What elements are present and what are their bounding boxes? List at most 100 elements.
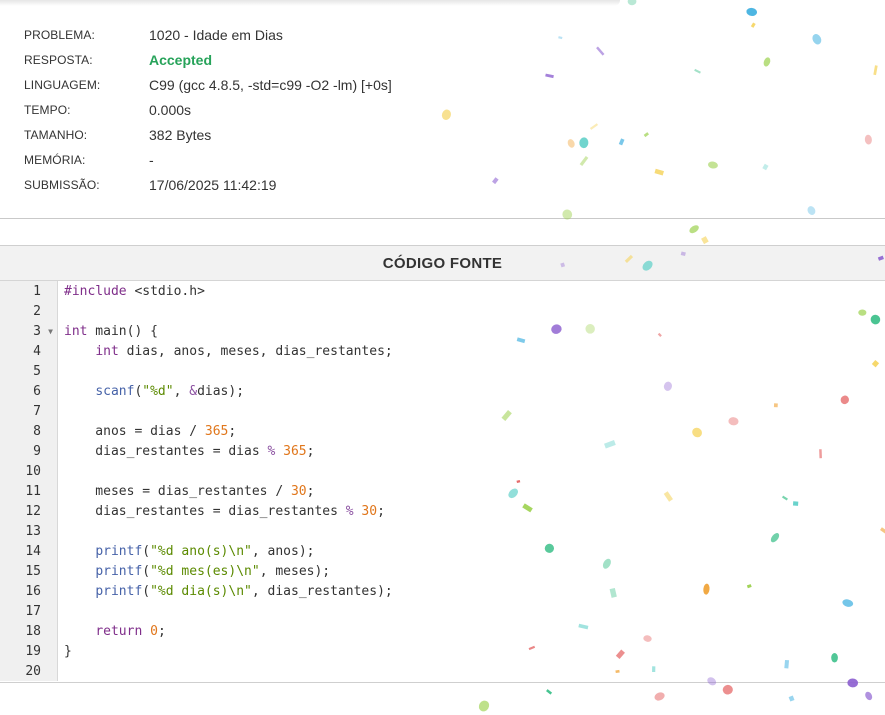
code-line: printf("%d mes(es)\n", meses); xyxy=(95,564,331,579)
confetti-piece xyxy=(707,161,718,169)
line-number: 20 xyxy=(25,664,41,679)
confetti-piece xyxy=(545,73,554,79)
confetti-piece xyxy=(562,209,573,220)
submitted-row: SUBMISSÃO: 17/06/2025 11:42:19 xyxy=(24,172,392,197)
code-lines[interactable]: #include <stdio.h> int main() { int dias,… xyxy=(58,281,393,681)
confetti-piece xyxy=(746,7,758,16)
line-number: 3 ▼ xyxy=(0,322,57,342)
time-label: TEMPO: xyxy=(24,102,71,117)
code-editor[interactable]: 1 2 3 ▼ 4 5 6 7 8 9 10 11 12 13 14 15 16 17 18 19 20 #includ… xyxy=(0,281,885,681)
line-number: 4 xyxy=(33,344,41,359)
line-number: 2 xyxy=(33,304,41,319)
confetti-piece xyxy=(807,206,816,215)
confetti-piece xyxy=(873,65,878,76)
confetti-piece xyxy=(589,123,599,130)
line-number: 17 xyxy=(25,604,41,619)
memory-row: MEMÓRIA: - xyxy=(24,147,392,172)
line-number: 9 xyxy=(33,444,41,459)
code-line: dias_restantes = dias % 365; xyxy=(64,444,315,459)
confetti-piece xyxy=(558,36,563,40)
confetti-piece xyxy=(694,68,701,74)
problem-row: PROBLEMA: 1020 - Idade em Dias xyxy=(24,22,392,47)
size-label: TAMANHO: xyxy=(24,127,88,142)
line-number: 5 xyxy=(33,364,41,379)
confetti-piece xyxy=(627,0,637,6)
response-label: RESPOSTA: xyxy=(24,52,93,67)
line-number: 15 xyxy=(25,564,41,579)
memory-label: MEMÓRIA: xyxy=(24,152,86,167)
problem-label: PROBLEMA: xyxy=(24,27,95,42)
confetti-piece xyxy=(643,132,650,138)
response-value: Accepted xyxy=(149,51,213,68)
confetti-piece xyxy=(596,46,605,56)
size-row: TAMANHO: 382 Bytes xyxy=(24,122,392,147)
code-line: printf("%d ano(s)\n", anos); xyxy=(95,544,315,559)
line-number: 6 xyxy=(33,384,41,399)
confetti-piece xyxy=(579,137,589,149)
code-line: int main() { xyxy=(64,324,158,339)
submission-info: PROBLEMA: 1020 - Idade em Dias RESPOSTA:… xyxy=(24,22,392,197)
code-line: dias_restantes = dias_restantes % 30; xyxy=(64,504,385,519)
line-number: 1 xyxy=(33,284,41,299)
code-line: return 0; xyxy=(95,624,166,639)
line-number: 10 xyxy=(25,464,41,479)
time-value: 0.000s xyxy=(149,101,192,118)
line-number: 16 xyxy=(25,584,41,599)
line-number: 11 xyxy=(25,484,41,499)
code-line: int dias, anos, meses, dias_restantes; xyxy=(95,344,393,359)
confetti-piece xyxy=(812,33,822,45)
line-number-gutter: 1 2 3 ▼ 4 5 6 7 8 9 10 11 12 13 14 15 16 17 18 19 20 xyxy=(0,281,58,681)
response-row: RESPOSTA: Accepted xyxy=(24,47,392,72)
code-line: } xyxy=(64,644,72,659)
confetti-piece xyxy=(546,689,553,695)
code-line: meses = dias_restantes / 30; xyxy=(64,484,315,499)
line-number: 7 xyxy=(33,404,41,419)
confetti-piece xyxy=(763,57,771,67)
confetti-piece xyxy=(762,163,769,171)
fold-arrow-icon[interactable]: ▼ xyxy=(48,322,53,342)
code-line: #include <stdio.h> xyxy=(64,284,205,299)
language-value: C99 (gcc 4.8.5, -std=c99 -O2 -lm) [+0s] xyxy=(149,76,392,93)
code-panel-title: CÓDIGO FONTE xyxy=(0,246,885,281)
language-label: LINGUAGEM: xyxy=(24,77,101,92)
line-number: 8 xyxy=(33,424,41,439)
confetti-piece xyxy=(654,692,665,701)
size-value: 382 Bytes xyxy=(149,126,212,143)
line-number: 19 xyxy=(25,644,41,659)
confetti-piece xyxy=(864,134,872,145)
confetti-piece xyxy=(722,684,733,695)
source-code-panel: CÓDIGO FONTE 1 2 3 ▼ 4 5 6 7 8 9 10 11 12 13 14 15 16 17 1… xyxy=(0,245,885,683)
line-number: 14 xyxy=(25,544,41,559)
line-number: 18 xyxy=(25,624,41,639)
line-number: 13 xyxy=(25,524,41,539)
confetti-piece xyxy=(618,138,625,146)
line-number: 12 xyxy=(25,504,41,519)
section-divider xyxy=(0,218,885,219)
confetti-piece xyxy=(441,109,451,120)
memory-value: - xyxy=(149,151,154,168)
time-row: TEMPO: 0.000s xyxy=(24,97,392,122)
top-card-shadow xyxy=(0,0,620,6)
confetti-piece xyxy=(654,168,664,176)
submitted-label: SUBMISSÃO: xyxy=(24,177,100,192)
confetti-piece xyxy=(492,177,499,185)
confetti-piece xyxy=(788,695,795,702)
code-line: printf("%d dia(s)\n", dias_restantes); xyxy=(95,584,393,599)
confetti-piece xyxy=(689,225,699,234)
confetti-piece xyxy=(865,691,873,701)
language-row: LINGUAGEM: C99 (gcc 4.8.5, -std=c99 -O2 … xyxy=(24,72,392,97)
code-line: anos = dias / 365; xyxy=(64,424,237,439)
code-line: scanf("%d", &dias); xyxy=(95,384,245,399)
problem-value: 1020 - Idade em Dias xyxy=(149,26,283,43)
confetti-piece xyxy=(567,139,575,148)
confetti-piece xyxy=(750,22,756,28)
confetti-piece xyxy=(478,700,490,712)
submitted-value: 17/06/2025 11:42:19 xyxy=(149,176,277,193)
